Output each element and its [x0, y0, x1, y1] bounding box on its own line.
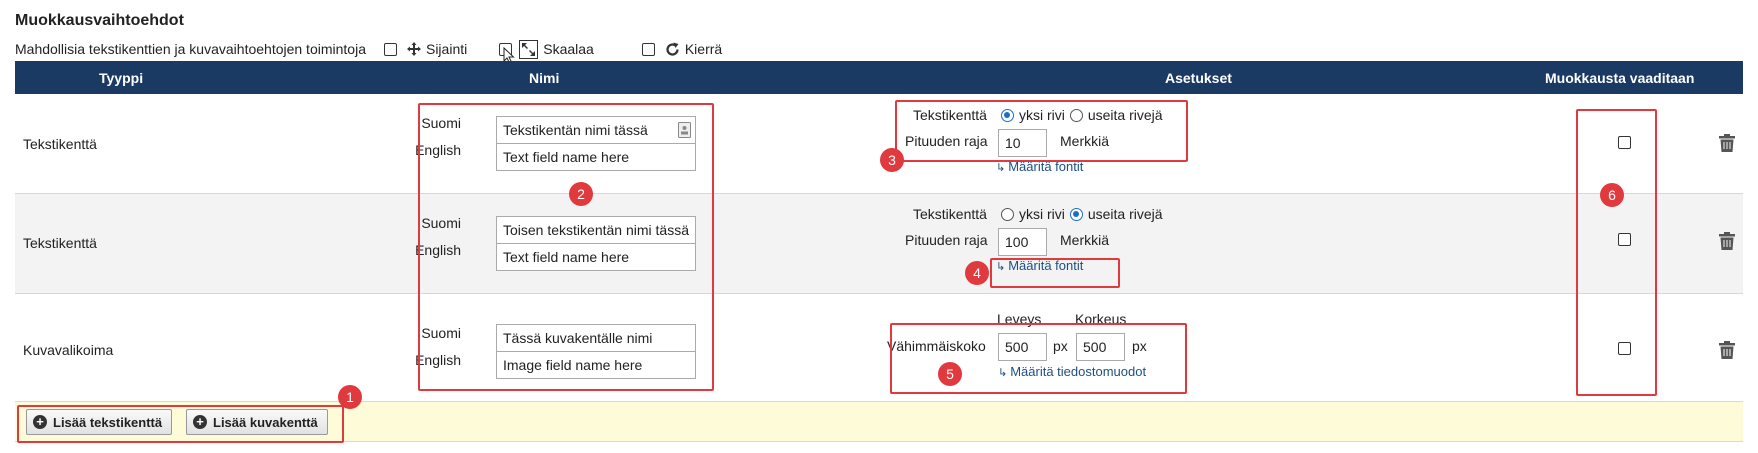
contact-card-icon — [678, 122, 691, 141]
min-width-input[interactable]: 500 — [998, 333, 1047, 361]
annotation-badge-2: 2 — [569, 182, 593, 206]
arrow-icon: ↳ — [998, 367, 1008, 379]
length-limit-label: Pituuden raja — [905, 133, 988, 149]
lang-label-fi: Suomi — [421, 115, 461, 131]
trash-icon[interactable] — [1719, 341, 1735, 362]
rotate-icon — [665, 42, 680, 57]
section-title: Muokkausvaihtoehdot — [15, 12, 184, 29]
annotation-badge-5: 5 — [938, 362, 962, 386]
name-input-fi[interactable]: Tekstikentän nimi tässä — [496, 116, 696, 144]
plus-circle-icon: + — [33, 415, 47, 429]
row-type: Kuvavalikoima — [23, 342, 114, 358]
position-label: Sijainti — [425, 41, 468, 57]
height-heading: Korkeus — [1075, 311, 1127, 327]
column-type: Tyyppi — [99, 70, 144, 86]
name-input-en[interactable]: Text field name here — [496, 143, 696, 171]
lang-label-en: English — [415, 242, 461, 258]
min-height-input[interactable]: 500 — [1076, 333, 1125, 361]
multi-line-label: useita rivejä — [1087, 107, 1163, 123]
arrow-icon: ↳ — [996, 162, 1006, 174]
option-rotate[interactable]: Kierrä — [641, 41, 723, 57]
edit-required-checkbox[interactable] — [1618, 342, 1631, 355]
min-size-label: Vähimmäiskoko — [887, 338, 986, 354]
length-limit-input[interactable]: 10 — [998, 129, 1047, 157]
px-unit-label: px — [1132, 338, 1147, 354]
table-row: Tekstikenttä Suomi English Tekstikentän … — [15, 94, 1743, 194]
row-type: Tekstikenttä — [23, 235, 97, 251]
annotation-badge-1: 1 — [338, 385, 362, 409]
length-limit-input[interactable]: 100 — [998, 228, 1047, 256]
lang-label-en: English — [415, 142, 461, 158]
fields-table: Tyyppi Nimi Asetukset Muokkausta vaadita… — [15, 61, 1743, 442]
rotate-label: Kierrä — [684, 41, 723, 57]
define-fonts-link[interactable]: ↳ Määritä fontit — [996, 258, 1083, 273]
edit-required-checkbox[interactable] — [1618, 136, 1631, 149]
lang-label-fi: Suomi — [421, 325, 461, 341]
line-mode-setting: Tekstikenttä yksi rivi useita rivejä — [913, 107, 1163, 123]
options-row: Mahdollisia tekstikenttien ja kuvavaihto… — [15, 39, 723, 59]
column-settings: Asetukset — [1165, 70, 1232, 86]
position-checkbox[interactable] — [383, 42, 397, 56]
name-input-en[interactable]: Text field name here — [496, 243, 696, 271]
table-row: Tekstikenttä Suomi English Toisen teksti… — [15, 194, 1743, 294]
table-footer: + Lisää tekstikenttä + Lisää kuvakenttä — [15, 402, 1743, 442]
define-file-formats-link[interactable]: ↳ Määritä tiedostomuodot — [998, 364, 1146, 379]
single-line-label: yksi rivi — [1018, 206, 1065, 222]
single-line-radio[interactable] — [1000, 207, 1014, 221]
line-mode-setting: Tekstikenttä yksi rivi useita rivejä — [913, 206, 1163, 222]
multi-line-radio[interactable] — [1069, 207, 1083, 221]
single-line-label: yksi rivi — [1018, 107, 1065, 123]
rotate-checkbox[interactable] — [641, 42, 655, 56]
add-image-field-button[interactable]: + Lisää kuvakenttä — [186, 409, 328, 435]
lang-label-fi: Suomi — [421, 215, 461, 231]
option-position[interactable]: Sijainti — [383, 41, 468, 57]
table-header: Tyyppi Nimi Asetukset Muokkausta vaadita… — [15, 61, 1743, 94]
length-limit-label: Pituuden raja — [905, 232, 988, 248]
arrow-icon: ↳ — [996, 261, 1006, 273]
annotation-badge-4: 4 — [965, 261, 989, 285]
row-type: Tekstikenttä — [23, 136, 97, 152]
chars-unit-label: Merkkiä — [1060, 232, 1110, 248]
options-description: Mahdollisia tekstikenttien ja kuvavaihto… — [15, 41, 366, 57]
name-input-fi[interactable]: Tässä kuvakentälle nimi — [496, 324, 696, 352]
name-input-en[interactable]: Image field name here — [496, 351, 696, 379]
column-name: Nimi — [529, 70, 560, 86]
lang-label-en: English — [415, 352, 461, 368]
trash-icon[interactable] — [1719, 232, 1735, 253]
multi-line-radio[interactable] — [1069, 108, 1083, 122]
column-edit-required: Muokkausta vaaditaan — [1545, 70, 1695, 86]
annotation-badge-3: 3 — [880, 148, 904, 172]
name-input-fi[interactable]: Toisen tekstikentän nimi tässä — [496, 216, 696, 244]
single-line-radio[interactable] — [1000, 108, 1014, 122]
field-mode-label: Tekstikenttä — [913, 206, 987, 222]
define-fonts-link[interactable]: ↳ Määritä fontit — [996, 159, 1083, 174]
scale-icon — [519, 39, 539, 59]
move-icon — [406, 42, 421, 56]
trash-icon[interactable] — [1719, 134, 1735, 155]
field-mode-label: Tekstikenttä — [913, 107, 987, 123]
px-unit-label: px — [1053, 338, 1068, 354]
annotation-badge-6: 6 — [1600, 183, 1624, 207]
add-text-field-button[interactable]: + Lisää tekstikenttä — [26, 409, 173, 435]
scale-label: Skaalaa — [543, 41, 594, 57]
chars-unit-label: Merkkiä — [1060, 133, 1110, 149]
width-heading: Leveys — [997, 311, 1042, 327]
multi-line-label: useita rivejä — [1087, 206, 1163, 222]
edit-required-checkbox[interactable] — [1618, 233, 1631, 246]
table-row: Kuvavalikoima Suomi English Tässä kuvake… — [15, 294, 1743, 402]
plus-circle-icon: + — [193, 415, 207, 429]
